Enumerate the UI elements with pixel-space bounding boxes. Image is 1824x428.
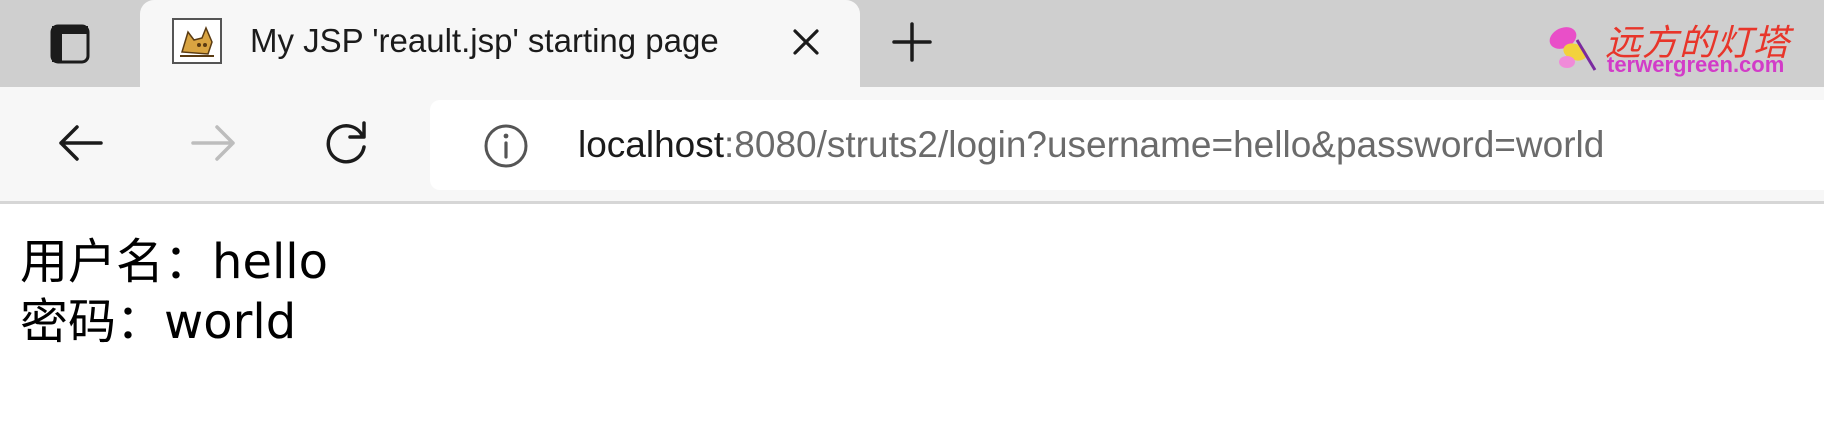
tab-title: My JSP 'reault.jsp' starting page [250,22,719,59]
tab-actions-button[interactable] [0,0,140,87]
watermark: 远方的灯塔 terwergreen.com [1545,14,1820,82]
url-text[interactable]: localhost:8080/struts2/login?username=he… [578,100,1604,190]
url-host: localhost [578,124,725,165]
refresh-icon [326,121,366,164]
password-value: world [164,294,297,350]
url-rest: :8080/struts2/login?username=hello&passw… [724,124,1605,165]
back-arrow-icon [59,125,103,161]
browser-toolbar: localhost:8080/struts2/login?username=he… [0,87,1824,204]
watermark-domain: terwergreen.com [1607,52,1785,77]
tab-strip: My JSP 'reault.jsp' starting page 远方的灯塔 … [0,0,1824,87]
plus-icon [892,22,932,62]
password-label: 密码： [20,294,165,350]
info-icon[interactable] [482,122,530,170]
butterfly-logo [1549,27,1597,71]
username-line: 用户名：hello [20,232,328,292]
forward-arrow-icon [191,125,235,161]
page-content: 用户名：hello 密码：world [20,232,328,352]
tomcat-icon [172,18,222,64]
username-value: hello [212,234,329,290]
active-tab[interactable]: My JSP 'reault.jsp' starting page [140,0,860,87]
close-icon[interactable] [788,24,824,60]
new-tab-button[interactable] [882,18,942,66]
refresh-button[interactable] [315,112,377,174]
forward-button[interactable] [182,112,244,174]
password-line: 密码：world [20,292,328,352]
back-button[interactable] [50,112,112,174]
username-label: 用户名： [20,234,213,290]
address-bar[interactable]: localhost:8080/struts2/login?username=he… [430,100,1824,190]
tab-actions-icon [50,24,90,63]
